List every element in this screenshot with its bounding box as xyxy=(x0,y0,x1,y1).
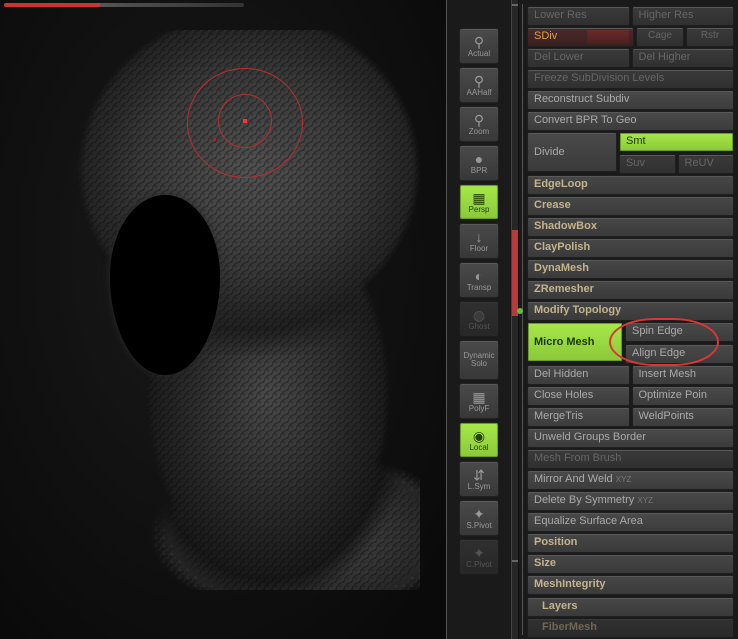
align-edge-button[interactable]: Align Edge xyxy=(625,344,734,364)
brush-center-dot xyxy=(243,119,247,123)
shelf-cpivot-label: C.Pivot xyxy=(466,561,492,569)
shelf-lsym-label: L.Sym xyxy=(468,483,491,491)
shelf-zoom-button[interactable]: ⚲Zoom xyxy=(459,106,499,142)
del-lower-button[interactable]: Del Lower xyxy=(527,48,630,68)
optimize-points-button[interactable]: Optimize Poin xyxy=(632,386,735,406)
shelf-transp-icon: ◐ xyxy=(475,269,483,283)
mergetris-button[interactable]: MergeTris xyxy=(527,407,630,427)
tool-panel: Lower Res Higher Res SDiv Cage Rstr Del … xyxy=(519,0,738,639)
shelf-persp-icon: ▦ xyxy=(472,191,485,205)
shelf-bpr-icon: ● xyxy=(475,152,483,166)
divide-button[interactable]: Divide xyxy=(527,132,617,172)
section-modify-topology[interactable]: Modify Topology xyxy=(527,301,734,321)
shelf-cpivot-button[interactable]: ✦C.Pivot xyxy=(459,539,499,575)
weldpoints-button[interactable]: WeldPoints xyxy=(632,407,735,427)
xyz-indicator-icon: X Y Z xyxy=(637,496,655,505)
shelf-transp-label: Transp xyxy=(467,284,492,292)
sdiv-label: SDiv xyxy=(534,30,557,42)
reconstruct-subdiv-button[interactable]: Reconstruct Subdiv xyxy=(527,90,734,110)
shelf-ghost-icon: ◍ xyxy=(473,308,485,322)
micro-mesh-button[interactable]: Micro Mesh xyxy=(527,322,623,362)
shelf-spivot-label: S.Pivot xyxy=(466,522,491,530)
equalize-surface-button[interactable]: Equalize Surface Area xyxy=(527,512,734,532)
mesh-from-brush-button[interactable]: Mesh From Brush xyxy=(527,449,734,469)
shelf-lsym-button[interactable]: ⇵L.Sym xyxy=(459,461,499,497)
reuv-button[interactable]: ReUV xyxy=(678,154,735,174)
section-size[interactable]: Size xyxy=(527,554,734,574)
section-layers[interactable]: Layers xyxy=(527,597,734,617)
higher-res-button[interactable]: Higher Res xyxy=(632,6,735,26)
xyz-indicator-icon: X Y Z xyxy=(616,475,634,484)
freeze-subdiv-button[interactable]: Freeze SubDivision Levels xyxy=(527,69,734,89)
delete-by-symmetry-label: Delete By Symmetry xyxy=(534,494,634,506)
mirror-and-weld-label: Mirror And Weld xyxy=(534,473,613,485)
shelf-zoom-label: Zoom xyxy=(469,128,489,136)
shelf-actual-button[interactable]: ⚲Actual xyxy=(459,28,499,64)
shelf-polyf-label: PolyF xyxy=(469,405,489,413)
shelf-polyf-icon: ▦ xyxy=(472,390,485,404)
shelf-aahalf-label: AAHalf xyxy=(467,89,492,97)
section-meshintegrity[interactable]: MeshIntegrity xyxy=(527,575,734,595)
section-position[interactable]: Position xyxy=(527,533,734,553)
viewport-divider xyxy=(446,0,447,639)
shelf-spivot-button[interactable]: ✦S.Pivot xyxy=(459,500,499,536)
shelf-aahalf-button[interactable]: ⚲AAHalf xyxy=(459,67,499,103)
lower-res-button[interactable]: Lower Res xyxy=(527,6,630,26)
shelf-persp-button[interactable]: ▦Persp xyxy=(459,184,499,220)
section-shadowbox[interactable]: ShadowBox xyxy=(527,217,734,237)
sdiv-slider[interactable]: SDiv xyxy=(527,27,634,47)
smt-button[interactable]: Smt xyxy=(619,132,734,152)
del-hidden-button[interactable]: Del Hidden xyxy=(527,365,630,385)
close-holes-button[interactable]: Close Holes xyxy=(527,386,630,406)
shelf-actual-label: Actual xyxy=(468,50,490,58)
shelf-aahalf-icon: ⚲ xyxy=(474,74,484,88)
panel-scroll-strip[interactable] xyxy=(511,0,519,639)
shelf-floor-label: Floor xyxy=(470,245,488,253)
shelf-transp-button[interactable]: ◐Transp xyxy=(459,262,499,298)
shelf-polyf-button[interactable]: ▦PolyF xyxy=(459,383,499,419)
section-dynamesh[interactable]: DynaMesh xyxy=(527,259,734,279)
shelf-dynamic-solo-button[interactable]: DynamicSolo xyxy=(459,340,499,380)
right-shelf: ⚲Actual⚲AAHalf⚲Zoom●BPR▦Persp↓Floor◐Tran… xyxy=(447,0,511,639)
shelf-floor-icon: ↓ xyxy=(476,230,483,244)
mirror-and-weld-button[interactable]: Mirror And Weld X Y Z xyxy=(527,470,734,490)
shelf-ghost-label: Ghost xyxy=(468,323,489,331)
shelf-bpr-label: BPR xyxy=(471,167,487,175)
section-claypolish[interactable]: ClayPolish xyxy=(527,238,734,258)
section-active-dot-icon xyxy=(517,308,523,314)
spin-edge-button[interactable]: Spin Edge xyxy=(625,322,734,342)
shelf-zoom-icon: ⚲ xyxy=(474,113,484,127)
shelf-cpivot-icon: ✦ xyxy=(473,546,485,560)
shelf-spivot-icon: ✦ xyxy=(473,507,485,521)
shelf-floor-button[interactable]: ↓Floor xyxy=(459,223,499,259)
delete-by-symmetry-button[interactable]: Delete By Symmetry X Y Z xyxy=(527,491,734,511)
shelf-local-label: Local xyxy=(469,444,488,452)
shelf-local-icon: ◉ xyxy=(473,429,485,443)
rstr-button[interactable]: Rstr xyxy=(686,27,734,47)
shelf-dynamic-solo-label: Solo xyxy=(471,360,487,368)
section-crease[interactable]: Crease xyxy=(527,196,734,216)
convert-bpr-button[interactable]: Convert BPR To Geo xyxy=(527,111,734,131)
shelf-persp-label: Persp xyxy=(469,206,490,214)
viewport-3d[interactable] xyxy=(0,0,447,639)
del-higher-button[interactable]: Del Higher xyxy=(632,48,735,68)
insert-mesh-button[interactable]: Insert Mesh xyxy=(632,365,735,385)
section-fibermesh[interactable]: FiberMesh xyxy=(527,618,734,638)
shelf-lsym-icon: ⇵ xyxy=(473,468,485,482)
suv-button[interactable]: Suv xyxy=(619,154,676,174)
unweld-groups-button[interactable]: Unweld Groups Border xyxy=(527,428,734,448)
shelf-bpr-button[interactable]: ●BPR xyxy=(459,145,499,181)
section-edgeloop[interactable]: EdgeLoop xyxy=(527,175,734,195)
section-zremesher[interactable]: ZRemesher xyxy=(527,280,734,300)
shelf-local-button[interactable]: ◉Local xyxy=(459,422,499,458)
history-slider[interactable] xyxy=(4,3,244,7)
shelf-actual-icon: ⚲ xyxy=(474,35,484,49)
cage-button[interactable]: Cage xyxy=(636,27,684,47)
brush-secondary-dot xyxy=(213,138,216,141)
shelf-ghost-button[interactable]: ◍Ghost xyxy=(459,301,499,337)
